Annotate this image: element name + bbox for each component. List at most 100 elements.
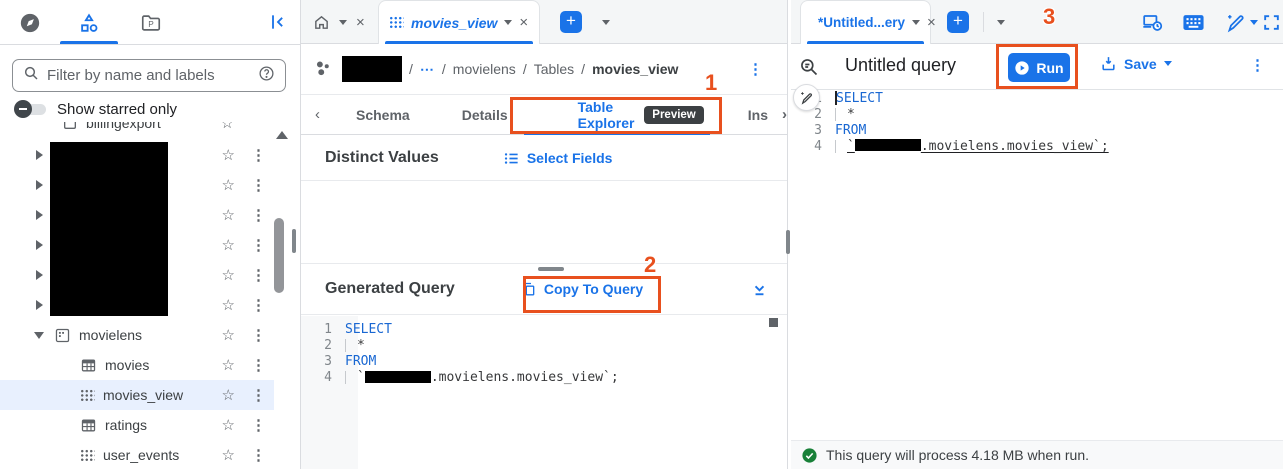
star-icon[interactable]: ☆ <box>222 328 235 343</box>
tab-schema[interactable]: Schema <box>356 107 410 123</box>
kebab-menu-icon[interactable]: ⋮ <box>251 358 266 373</box>
edit-with-ai-icon[interactable] <box>793 84 820 111</box>
schedule-query-icon[interactable] <box>1142 12 1163 33</box>
collapse-sidebar-icon[interactable] <box>266 10 290 34</box>
query-icon <box>799 57 819 77</box>
pen-caret-icon[interactable] <box>1250 20 1258 25</box>
tab-overflow-caret-icon[interactable] <box>997 20 1005 25</box>
kebab-menu-icon[interactable]: ⋮ <box>1250 58 1265 73</box>
breadcrumb-ellipsis[interactable]: ⋯ <box>420 61 435 78</box>
kebab-menu-icon[interactable]: ⋮ <box>251 298 266 313</box>
tab-insights-truncated[interactable]: Ins <box>748 107 768 123</box>
select-fields-button[interactable]: Select Fields <box>503 150 613 166</box>
star-icon[interactable]: ☆ <box>222 238 235 253</box>
annotation-box-1 <box>510 97 722 134</box>
kebab-menu-icon[interactable]: ⋮ <box>251 268 266 283</box>
tab-details[interactable]: Details <box>462 107 508 123</box>
home-tab-icon[interactable] <box>313 14 330 31</box>
tree-item-movielens[interactable]: movielens ☆⋮ <box>0 320 274 350</box>
tree-item-movies-view[interactable]: movies_view ☆⋮ <box>0 380 274 410</box>
expand-arrow-icon[interactable] <box>36 240 43 250</box>
close-tab-icon[interactable]: × <box>927 15 936 30</box>
kebab-menu-icon[interactable]: ⋮ <box>251 238 266 253</box>
keyboard-shortcuts-icon[interactable] <box>1183 14 1204 31</box>
kebab-menu-icon[interactable]: ⋮ <box>251 418 266 433</box>
tab-label: *Untitled...ery <box>818 15 905 30</box>
kebab-menu-icon[interactable]: ⋮ <box>251 148 266 163</box>
kebab-menu-icon[interactable]: ⋮ <box>748 62 763 77</box>
view-icon <box>80 389 95 402</box>
scroll-up-arrow-icon[interactable] <box>276 131 288 139</box>
project-dots-icon <box>313 58 335 80</box>
close-tab-icon[interactable]: × <box>519 15 528 30</box>
star-icon[interactable]: ☆ <box>222 298 235 313</box>
panel-resize-handle[interactable] <box>786 230 790 254</box>
expand-arrow-icon[interactable] <box>36 270 43 280</box>
table-reference-link[interactable]: `.movielens.movies_view`; <box>847 139 1109 154</box>
collapse-arrow-icon[interactable] <box>34 332 44 339</box>
fullscreen-icon[interactable] <box>1262 13 1281 32</box>
kebab-menu-icon[interactable]: ⋮ <box>251 208 266 223</box>
star-icon[interactable]: ☆ <box>222 178 235 193</box>
kebab-menu-icon[interactable]: ⋮ <box>251 328 266 343</box>
status-text: This query will process 4.18 MB when run… <box>826 447 1089 463</box>
star-icon[interactable]: ☆ <box>222 358 235 373</box>
star-icon[interactable]: ☆ <box>222 388 235 403</box>
sql-editor[interactable]: 1SELECT 2* 3FROM 4`.movielens.movies_vie… <box>791 90 1283 440</box>
star-icon[interactable]: ☆ <box>222 208 235 223</box>
sidebar-header: P <box>0 0 300 45</box>
scroll-tabs-left-icon[interactable]: ‹ <box>315 106 320 123</box>
tab-caret-icon[interactable] <box>912 20 920 25</box>
kebab-menu-icon[interactable]: ⋮ <box>251 388 266 403</box>
kebab-menu-icon[interactable]: ⋮ <box>251 448 266 463</box>
new-query-tab-button[interactable]: + <box>947 11 969 33</box>
help-icon[interactable] <box>258 65 275 87</box>
sidebar-resize-handle[interactable] <box>292 229 296 253</box>
star-icon[interactable]: ☆ <box>222 268 235 283</box>
query-status-bar: This query will process 4.18 MB when run… <box>791 440 1283 469</box>
tab-caret-icon[interactable] <box>504 20 512 25</box>
new-tab-button[interactable]: + <box>560 11 582 33</box>
tree-item-user-events[interactable]: user_events ☆⋮ <box>0 440 274 469</box>
generated-query-code[interactable]: 1SELECT 2* 3FROM 4`.movielens.movies_vie… <box>301 316 787 469</box>
annotation-number-3: 3 <box>1043 4 1055 30</box>
annotation-box-3 <box>996 44 1078 89</box>
star-icon[interactable]: ☆ <box>222 148 235 163</box>
sql-generation-pen-icon[interactable] <box>1225 12 1246 33</box>
active-sidebar-tab-underline <box>60 41 118 44</box>
tab-overflow-caret-icon[interactable] <box>602 20 610 25</box>
filter-placeholder: Filter by name and labels <box>47 67 250 84</box>
expand-arrow-icon[interactable] <box>36 300 43 310</box>
annotation-number-1: 1 <box>705 70 717 96</box>
close-home-tab-icon[interactable]: × <box>356 15 365 30</box>
expand-arrow-icon[interactable] <box>36 180 43 190</box>
expand-arrow-icon[interactable] <box>36 150 43 160</box>
home-tab-caret-icon[interactable] <box>339 20 347 25</box>
resources-tree-icon[interactable] <box>75 10 103 36</box>
distinct-values-title: Distinct Values <box>325 149 439 167</box>
collapse-section-icon[interactable] <box>750 280 769 299</box>
save-button[interactable]: Save <box>1100 55 1172 72</box>
code-scrollbar-thumb[interactable] <box>769 318 778 327</box>
tab-label: movies_view <box>411 15 497 31</box>
tree-item-movies[interactable]: movies ☆⋮ <box>0 350 274 380</box>
tree-item-ratings[interactable]: ratings ☆⋮ <box>0 410 274 440</box>
tab-untitled-query[interactable]: *Untitled...ery × <box>800 0 931 44</box>
scroll-tabs-right-icon[interactable]: › <box>782 106 787 123</box>
star-icon[interactable]: ☆ <box>222 448 235 463</box>
tree-item-billingexport-partial[interactable]: billingexport ☆ <box>0 122 286 139</box>
show-starred-toggle-row: Show starred only <box>14 100 177 118</box>
breadcrumb-section[interactable]: Tables <box>534 61 574 77</box>
starred-toggle[interactable] <box>14 100 48 118</box>
star-icon[interactable]: ☆ <box>221 122 234 131</box>
breadcrumb-dataset[interactable]: movielens <box>453 61 516 77</box>
bigquery-console: P Filter by name and labels Show starred… <box>0 0 1283 469</box>
compass-icon[interactable] <box>16 10 44 36</box>
sidebar-scrollbar-thumb[interactable] <box>274 218 284 293</box>
expand-arrow-icon[interactable] <box>36 210 43 220</box>
filter-input[interactable]: Filter by name and labels <box>12 59 286 92</box>
kebab-menu-icon[interactable]: ⋮ <box>251 178 266 193</box>
star-icon[interactable]: ☆ <box>222 418 235 433</box>
pinned-projects-icon[interactable]: P <box>137 10 165 36</box>
tab-movies-view[interactable]: movies_view × <box>378 0 540 44</box>
